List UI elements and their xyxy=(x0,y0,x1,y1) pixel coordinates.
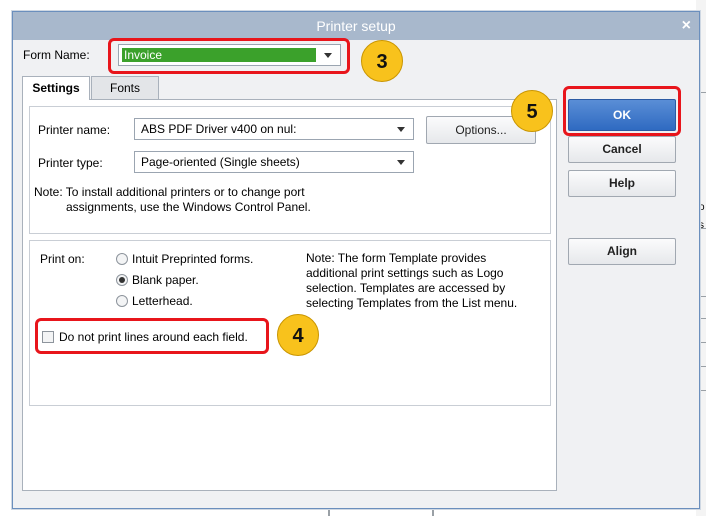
close-icon[interactable]: × xyxy=(682,12,691,40)
cancel-button[interactable]: Cancel xyxy=(568,136,676,163)
print-on-label: Print on: xyxy=(40,252,85,266)
radio-blank-paper-label[interactable]: Blank paper. xyxy=(132,273,199,287)
tab-settings[interactable]: Settings xyxy=(22,76,90,100)
callout-3: 3 xyxy=(361,40,403,82)
template-note-line-1: Note: The form Template provides xyxy=(306,251,487,265)
printer-group: Printer name: ABS PDF Driver v400 on nul… xyxy=(29,106,551,234)
align-button[interactable]: Align xyxy=(568,238,676,265)
help-button[interactable]: Help xyxy=(568,170,676,197)
highlight-box-form-name xyxy=(108,38,350,74)
tab-settings-label: Settings xyxy=(32,81,80,95)
printer-type-label: Printer type: xyxy=(38,156,103,170)
radio-letterhead-label[interactable]: Letterhead. xyxy=(132,294,193,308)
align-button-label: Align xyxy=(607,244,637,258)
radio-intuit-preprinted-label[interactable]: Intuit Preprinted forms. xyxy=(132,252,253,266)
radio-intuit-preprinted[interactable] xyxy=(116,253,128,265)
template-note-line-2: additional print settings such as Logo xyxy=(306,266,504,280)
template-note-line-3: selection. Templates are accessed by xyxy=(306,281,506,295)
printer-type-value: Page-oriented (Single sheets) xyxy=(141,155,300,169)
template-note-line-4: selecting Templates from the List menu. xyxy=(306,296,518,310)
printer-name-label: Printer name: xyxy=(38,123,111,137)
radio-blank-paper[interactable] xyxy=(116,274,128,286)
options-button-label: Options... xyxy=(455,123,507,137)
printer-note-line-1: Note: To install additional printers or … xyxy=(34,185,305,199)
dialog-title: Printer setup xyxy=(316,18,396,34)
chevron-down-icon xyxy=(397,160,405,165)
background-tick xyxy=(432,508,434,516)
printer-setup-dialog: Printer setup × Form Name: Invoice 3 Set… xyxy=(12,11,700,509)
radio-letterhead[interactable] xyxy=(116,295,128,307)
printer-name-dropdown[interactable]: ABS PDF Driver v400 on nul: xyxy=(134,118,414,140)
highlight-box-ok xyxy=(563,86,681,136)
printer-note-line-2: assignments, use the Windows Control Pan… xyxy=(66,200,311,214)
dialog-titlebar[interactable]: Printer setup × xyxy=(13,12,699,40)
printer-type-dropdown[interactable]: Page-oriented (Single sheets) xyxy=(134,151,414,173)
chevron-down-icon xyxy=(397,127,405,132)
background-tick xyxy=(328,508,330,516)
tab-fonts[interactable]: Fonts xyxy=(91,76,159,100)
form-name-label: Form Name: xyxy=(23,48,90,62)
settings-panel: Printer name: ABS PDF Driver v400 on nul… xyxy=(22,99,557,491)
callout-5: 5 xyxy=(511,90,553,132)
cancel-button-label: Cancel xyxy=(602,142,642,156)
tab-fonts-label: Fonts xyxy=(109,81,140,95)
callout-4: 4 xyxy=(277,314,319,356)
printer-name-value: ABS PDF Driver v400 on nul: xyxy=(141,122,297,136)
highlight-box-checkbox xyxy=(35,318,269,354)
help-button-label: Help xyxy=(608,176,635,190)
